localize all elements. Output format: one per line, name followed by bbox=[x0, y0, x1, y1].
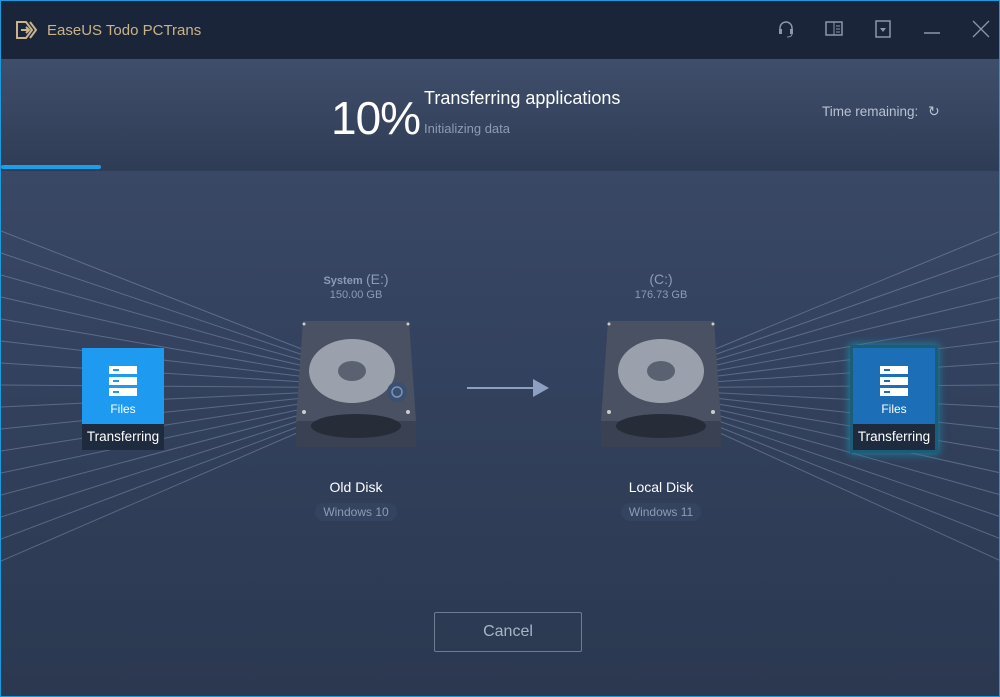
files-label: Files bbox=[881, 402, 907, 416]
os-badge: Windows 10 bbox=[315, 503, 397, 521]
background-ray bbox=[715, 430, 999, 561]
arrow-right-icon bbox=[467, 379, 549, 397]
time-remaining-label: Time remaining: bbox=[822, 104, 919, 119]
target-disk: (C:) 176.73 GB Local Disk Windows 11 bbox=[596, 269, 726, 521]
book-icon[interactable] bbox=[824, 19, 844, 39]
drive-name: System bbox=[323, 275, 363, 287]
background-ray bbox=[1, 430, 302, 562]
background-ray bbox=[1, 252, 302, 355]
title-bar: EaseUS Todo PCTrans bbox=[1, 1, 999, 59]
hard-disk-icon bbox=[296, 321, 416, 447]
drive-size: 176.73 GB bbox=[634, 289, 688, 301]
drive-letter: (C:) bbox=[649, 271, 673, 287]
app-title: EaseUS Todo PCTrans bbox=[47, 21, 202, 39]
target-files-card: Files Transferring bbox=[853, 348, 935, 450]
background-ray bbox=[715, 253, 999, 355]
progress-bar bbox=[1, 165, 101, 169]
source-disk: System (E:) 150.00 GB Old Disk Windows 1… bbox=[291, 269, 421, 521]
download-icon[interactable] bbox=[873, 19, 893, 39]
headset-icon[interactable] bbox=[776, 19, 796, 39]
drive-letter: (E:) bbox=[365, 271, 389, 287]
files-label: Files bbox=[110, 402, 136, 416]
files-server-icon bbox=[109, 366, 137, 396]
files-server-icon bbox=[880, 366, 908, 396]
progress-percent: 10% bbox=[331, 92, 421, 144]
drive-size: 150.00 GB bbox=[329, 289, 383, 301]
transfer-status: Transferring bbox=[853, 424, 935, 450]
close-icon[interactable] bbox=[971, 19, 991, 39]
progress-header: 10% Transferring applications Initializi… bbox=[1, 59, 999, 171]
disk-name: Old Disk bbox=[329, 479, 383, 495]
app-window: EaseUS Todo PCTrans 10% Transferring app… bbox=[0, 0, 1000, 697]
minimize-icon[interactable] bbox=[922, 19, 942, 39]
app-logo-icon bbox=[16, 21, 37, 39]
transfer-status: Transferring bbox=[82, 424, 164, 450]
status-subtitle: Initializing data bbox=[424, 121, 510, 136]
disk-name: Local Disk bbox=[628, 479, 694, 495]
os-badge: Windows 11 bbox=[620, 503, 702, 521]
source-files-card: Files Transferring bbox=[82, 348, 164, 450]
hard-disk-icon bbox=[601, 321, 721, 447]
loading-spinner-icon: ↻ bbox=[928, 103, 940, 119]
status-title: Transferring applications bbox=[424, 88, 621, 108]
cancel-button[interactable]: Cancel bbox=[434, 612, 582, 652]
